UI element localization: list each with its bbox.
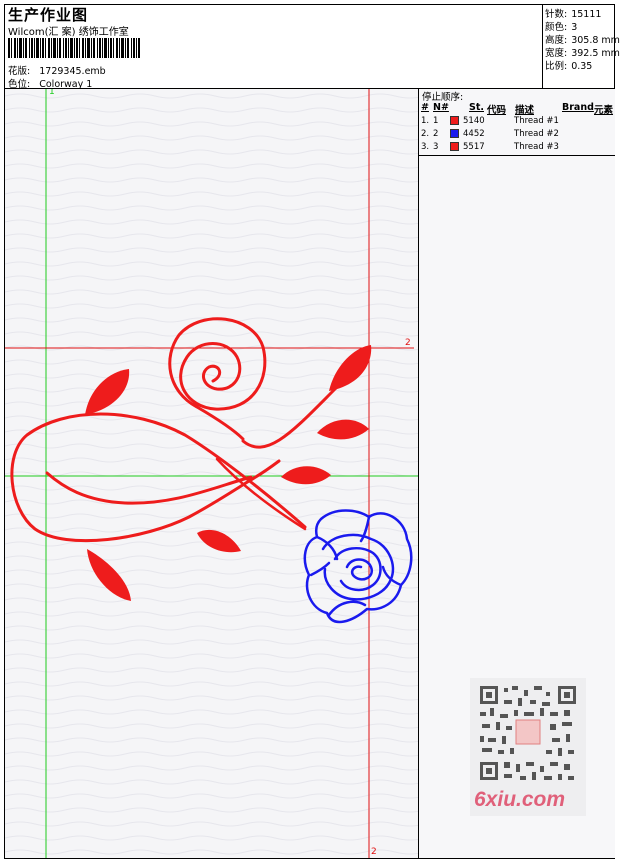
design-canvas: 1 2 2: [5, 89, 418, 858]
col-header-st: St.: [469, 102, 484, 113]
col-header-desc: 描述: [515, 105, 535, 116]
col-header-num: #: [421, 102, 429, 113]
stat-colors: 颜色: 3: [545, 22, 578, 33]
fabric-texture: [5, 89, 418, 858]
col-header-element: 元素: [594, 105, 614, 116]
watermark-text: 6xiu.com: [474, 788, 566, 811]
thread-swatch: [450, 142, 459, 151]
guide-marker-2-bottom: 2: [371, 847, 377, 857]
stop-sequence-title: 停止顺序:: [422, 92, 464, 103]
guide-marker-1: 1: [49, 89, 55, 97]
stat-stitches: 针数: 15111: [545, 9, 602, 20]
guide-marker-2-right: 2: [405, 338, 411, 348]
company-subtitle: Wilcom(汇 案) 绣饰工作室: [8, 27, 129, 38]
thread-swatch: [450, 129, 459, 138]
stats-box: 针数: 15111 颜色: 3 高度: 305.8 mm 宽度: 392.5 mm 比例…: [542, 4, 620, 88]
design-svg: [5, 89, 418, 858]
page-title: 生产作业图: [8, 6, 89, 24]
stat-width: 宽度: 392.5 mm: [545, 48, 620, 59]
stat-height: 高度: 305.8 mm: [545, 35, 620, 46]
thread-swatch: [450, 116, 459, 125]
col-header-code: 代码: [487, 105, 507, 116]
barcode: [8, 38, 140, 58]
col-header-n: N#: [433, 102, 449, 113]
col-header-brand: Brand: [562, 102, 594, 113]
pattern-line: 花版: 1729345.emb: [8, 63, 106, 77]
table-bottom-divider: [419, 155, 615, 156]
stat-scale: 比例: 0.35: [545, 61, 593, 72]
